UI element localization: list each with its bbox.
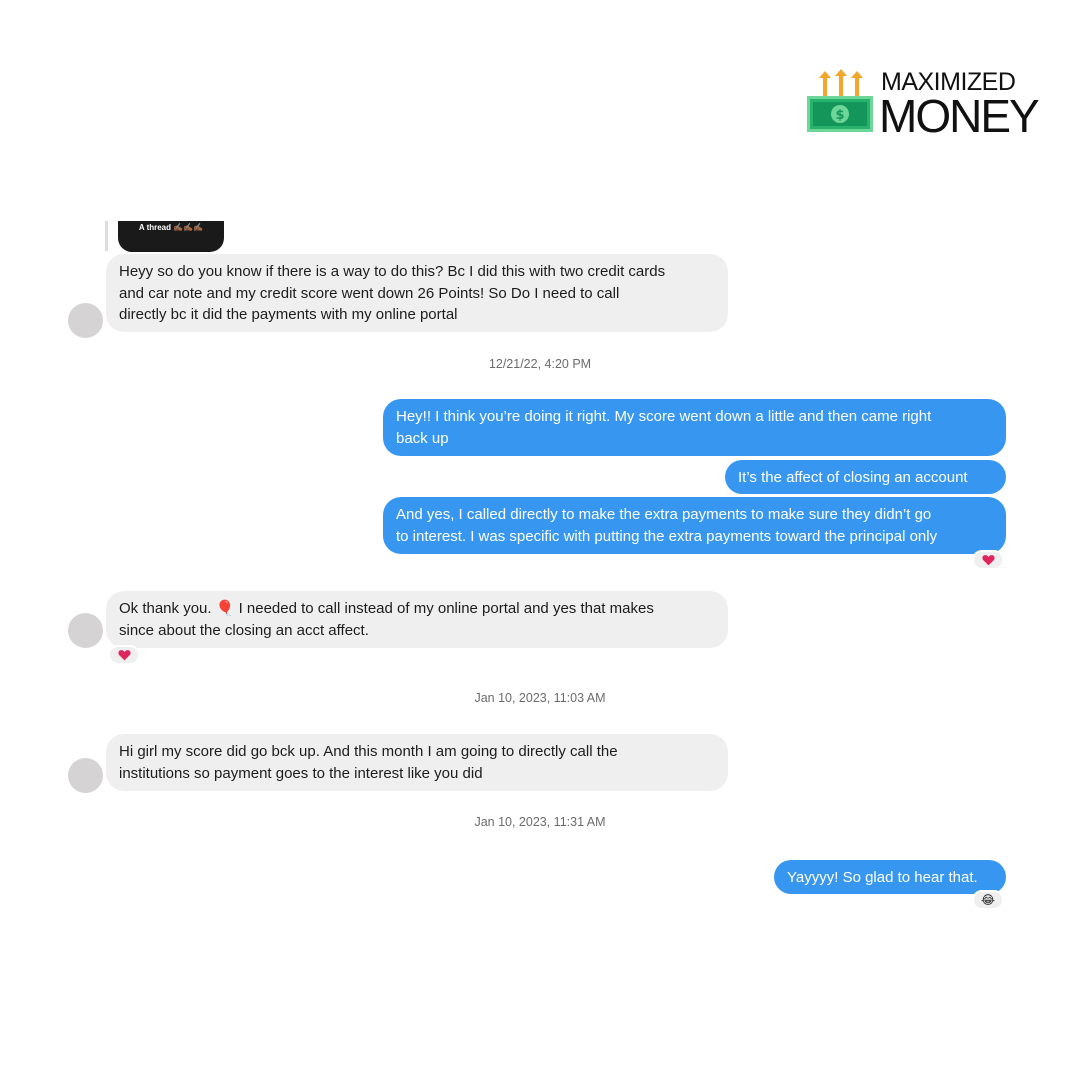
- story-thumbnail[interactable]: A thread ✍🏾✍🏾✍🏾: [118, 221, 224, 252]
- timestamp: Jan 10, 2023, 11:03 AM: [474, 691, 606, 705]
- heart-icon: [981, 555, 995, 566]
- avatar[interactable]: [68, 613, 103, 648]
- balloon-emoji: 🎈: [215, 600, 235, 617]
- laugh-reaction[interactable]: 😂: [972, 890, 1004, 910]
- dollar-bill-icon: $: [807, 96, 873, 132]
- message-outgoing[interactable]: Yayyyy! So glad to hear that.: [774, 860, 1006, 894]
- maximized-money-logo: $ MAXIMIZED MONEY: [805, 66, 1040, 142]
- story-reply-line: [105, 221, 108, 251]
- timestamp: Jan 10, 2023, 11:31 AM: [474, 815, 606, 829]
- message-incoming[interactable]: Heyy so do you know if there is a way to…: [106, 254, 728, 332]
- message-incoming[interactable]: Ok thank you. 🎈 I needed to call instead…: [106, 591, 728, 648]
- message-text: Ok thank you.: [119, 600, 216, 617]
- avatar[interactable]: [68, 303, 103, 338]
- heart-reaction[interactable]: [108, 645, 140, 665]
- laughing-emoji-icon: 😂: [980, 893, 996, 907]
- svg-text:$: $: [835, 108, 844, 123]
- heart-icon: [117, 650, 131, 661]
- message-incoming[interactable]: Hi girl my score did go bck up. And this…: [106, 734, 728, 791]
- up-arrows-icon: [819, 69, 863, 98]
- message-outgoing[interactable]: Hey!! I think you’re doing it right. My …: [383, 399, 1006, 456]
- message-outgoing[interactable]: And yes, I called directly to make the e…: [383, 497, 1006, 554]
- logo-word-money: MONEY: [879, 90, 1040, 142]
- message-outgoing[interactable]: It’s the affect of closing an account: [725, 460, 1006, 494]
- story-label: A thread ✍🏾✍🏾✍🏾: [138, 223, 204, 232]
- heart-reaction[interactable]: [972, 550, 1004, 570]
- timestamp: 12/21/22, 4:20 PM: [488, 357, 592, 371]
- avatar[interactable]: [68, 758, 103, 793]
